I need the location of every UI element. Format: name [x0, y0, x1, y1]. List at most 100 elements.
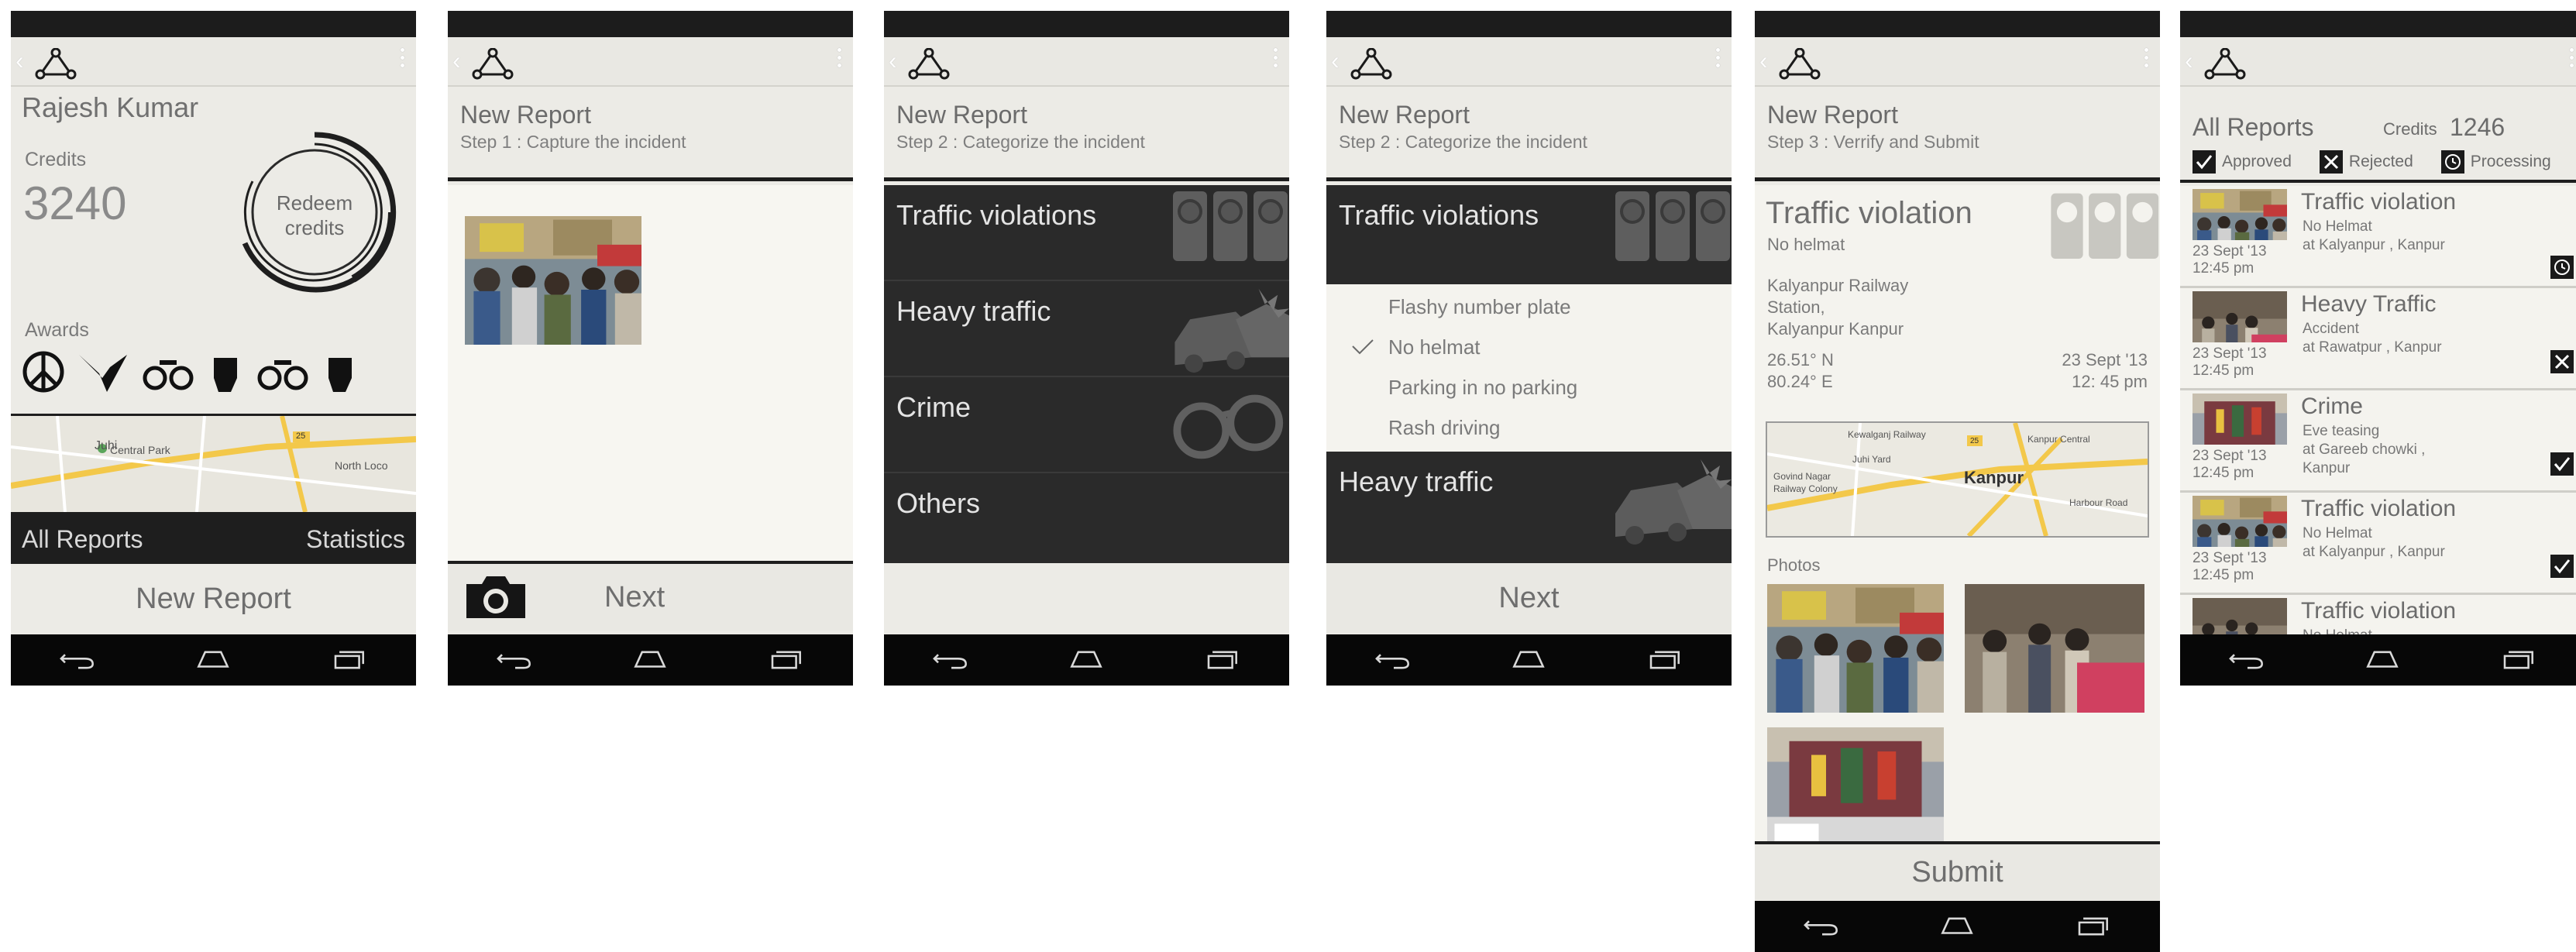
report-item[interactable]: 23 Sept '13 12:45 pm Traffic violation N… — [2180, 493, 2576, 595]
back-icon[interactable]: ‹ — [889, 48, 897, 73]
back-icon[interactable]: ‹ — [452, 48, 461, 73]
report-sub: No Helmat — [2303, 525, 2372, 541]
report-item[interactable]: Traffic violation No Helmat — [2180, 595, 2576, 634]
report-photo-3[interactable] — [1767, 727, 1944, 851]
report-location: at Rawatpur , Kanpur — [2303, 339, 2442, 356]
map-label-kanpur: Kanpur — [1964, 468, 2024, 487]
nav-back-icon[interactable] — [1371, 647, 1417, 673]
report-location: at Kalyanpur , Kanpur — [2303, 237, 2445, 253]
category-crime[interactable]: Crime — [884, 377, 1289, 473]
overflow-menu-icon[interactable] — [1274, 48, 1280, 71]
report-date: 23 Sept '13 — [2193, 243, 2267, 259]
category-others[interactable]: Others — [884, 473, 1289, 558]
location-map[interactable]: Kewalganj Railway Kanpur Central Kanpur … — [1766, 421, 2149, 538]
category-heavy-traffic[interactable]: Heavy traffic — [1326, 452, 1732, 548]
option-rash-driving[interactable]: Rash driving — [1326, 416, 1732, 456]
overflow-menu-icon[interactable] — [837, 48, 844, 71]
report-item[interactable]: 23 Sept '13 12:45 pm Heavy Traffic Accid… — [2180, 288, 2576, 390]
nav-back-icon[interactable] — [55, 647, 101, 673]
next-button[interactable]: Next — [1326, 563, 1732, 633]
nav-home-icon[interactable] — [1063, 647, 1109, 673]
nav-home-icon[interactable] — [627, 647, 673, 673]
tab-all-reports[interactable]: All Reports — [22, 525, 143, 554]
option-no-helmat[interactable]: No helmat — [1326, 335, 1732, 376]
status-bar — [1326, 11, 1732, 37]
report-item[interactable]: 23 Sept '13 12:45 pm Traffic violation N… — [2180, 186, 2576, 288]
overflow-menu-icon[interactable] — [2570, 48, 2576, 71]
option-parking-in-no-parking[interactable]: Parking in no parking — [1326, 376, 1732, 416]
nav-recent-icon[interactable] — [2069, 913, 2116, 940]
nav-back-icon[interactable] — [1799, 913, 1845, 940]
option-flashy-number-plate[interactable]: Flashy number plate — [1326, 295, 1732, 335]
app-logo-icon[interactable] — [1778, 48, 1821, 81]
longitude: 80.24° E — [1767, 372, 1833, 391]
nav-recent-icon[interactable] — [2495, 647, 2541, 673]
handcuffs-icon — [1165, 377, 1289, 472]
report-title: Traffic violation — [2301, 496, 2457, 521]
nav-home-icon[interactable] — [1934, 913, 1980, 940]
awards-row — [22, 350, 359, 394]
redeem-credits-button[interactable]: Redeem credits — [245, 191, 384, 240]
nav-recent-icon[interactable] — [1641, 647, 1687, 673]
report-sub: No Helmat — [2303, 218, 2372, 235]
submit-button[interactable]: Submit — [1755, 841, 2160, 901]
cross-icon — [2550, 350, 2574, 373]
new-report-button[interactable]: New Report — [11, 564, 416, 634]
app-logo-icon[interactable] — [2203, 48, 2247, 81]
report-item[interactable]: 23 Sept '13 12:45 pm Crime Eve teasing a… — [2180, 390, 2576, 493]
nav-home-icon[interactable] — [1505, 647, 1552, 673]
category-traffic-violations[interactable]: Traffic violations — [884, 185, 1289, 281]
nav-back-icon[interactable] — [492, 647, 538, 673]
credits-label: Credits — [2383, 119, 2437, 139]
nav-home-icon[interactable] — [2359, 647, 2406, 673]
overflow-menu-icon[interactable] — [401, 48, 407, 71]
category-label: Traffic violations — [1339, 199, 1539, 231]
nav-recent-icon[interactable] — [1199, 647, 1245, 673]
back-icon[interactable]: ‹ — [2185, 48, 2193, 73]
nav-recent-icon[interactable] — [325, 647, 372, 673]
overflow-menu-icon[interactable] — [1716, 48, 1722, 71]
category-label: Heavy traffic — [896, 295, 1051, 327]
peace-icon — [22, 351, 64, 393]
all-reports-screen: ‹ All Reports Credits 1246 Approved Reje… — [2180, 11, 2576, 686]
clock-icon — [2440, 150, 2464, 174]
back-icon[interactable]: ‹ — [1331, 48, 1340, 73]
category-traffic-violations[interactable]: Traffic violations — [1326, 185, 1732, 281]
report-photo-1[interactable] — [1767, 584, 1944, 713]
nav-home-icon[interactable] — [190, 647, 236, 673]
nav-back-icon[interactable] — [2224, 647, 2271, 673]
app-logo-icon[interactable] — [1350, 48, 1393, 81]
cross-icon — [2319, 150, 2343, 174]
step-header: New Report Step 2 : Categorize the incid… — [884, 87, 1289, 181]
report-address: Kalyanpur Railway Station, Kalyanpur Kan… — [1767, 275, 1908, 340]
app-logo-icon[interactable] — [471, 48, 514, 81]
nav-back-icon[interactable] — [928, 647, 975, 673]
back-icon[interactable]: ‹ — [15, 48, 24, 73]
captured-photo[interactable] — [465, 216, 641, 345]
mini-map[interactable]: Juhi Central Park North Loco 25 — [11, 414, 416, 514]
report-location: at Kalyanpur , Kanpur — [2303, 544, 2445, 560]
credits-value: 1246 — [2450, 113, 2505, 141]
app-logo-icon[interactable] — [907, 48, 951, 81]
report-title: Traffic violation — [2301, 189, 2457, 215]
report-subtitle: No helmat — [1767, 235, 1845, 254]
capture-footer: Next — [448, 561, 853, 631]
app-logo-icon[interactable] — [34, 48, 77, 81]
map-label: Juhi Yard — [1852, 454, 1891, 465]
camera-icon[interactable] — [463, 573, 528, 621]
tab-statistics[interactable]: Statistics — [306, 525, 405, 554]
overflow-menu-icon[interactable] — [2144, 48, 2151, 71]
back-icon[interactable]: ‹ — [1759, 48, 1768, 73]
app-bar: ‹ — [1755, 37, 2160, 87]
user-name: Rajesh Kumar — [22, 91, 199, 123]
map-label-central-park: Central Park — [110, 444, 170, 456]
app-bar: ‹ — [1326, 37, 1732, 87]
report-title: Crime — [2301, 394, 2363, 419]
page-title: New Report — [896, 101, 1027, 129]
next-button[interactable]: Next — [604, 581, 665, 614]
report-photo-2[interactable] — [1965, 584, 2144, 713]
category-heavy-traffic[interactable]: Heavy traffic — [884, 281, 1289, 377]
nav-recent-icon[interactable] — [762, 647, 809, 673]
map-label: Govind Nagar — [1773, 471, 1831, 482]
report-date: 23 Sept '13 — [2193, 550, 2267, 566]
